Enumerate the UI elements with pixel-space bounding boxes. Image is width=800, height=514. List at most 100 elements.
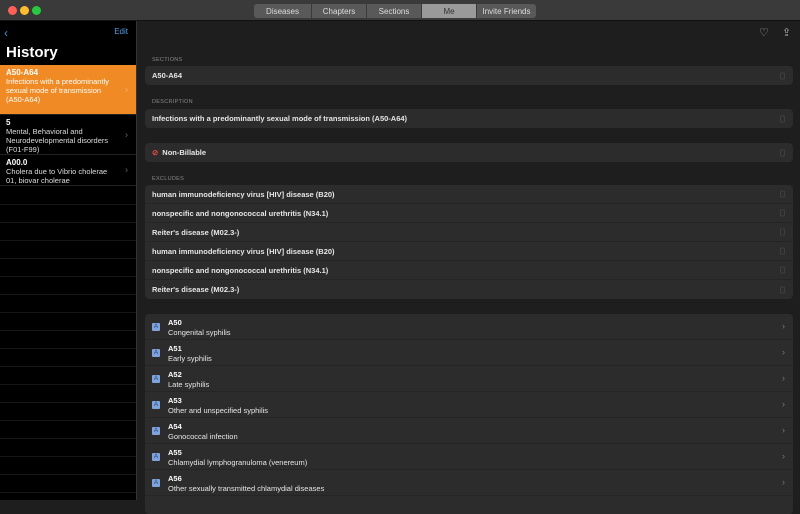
exclude-item[interactable]: nonspecific and nongonococcal urethritis… — [145, 261, 793, 280]
copy-icon[interactable] — [780, 149, 785, 156]
code-description: Chlamydial lymphogranuloma (venereum) — [168, 457, 308, 467]
code-row[interactable]: A A55 Chlamydial lymphogranuloma (venereum… — [145, 444, 793, 470]
history-title: History — [6, 44, 58, 61]
divider — [0, 294, 136, 295]
code-row[interactable]: A A54 Gonococcal infection › — [145, 418, 793, 444]
history-item[interactable]: A00.0 Cholera due to Vibrio cholerae 01,… — [0, 155, 136, 186]
excludes-list: human immunodeficiency virus [HIV] disea… — [145, 185, 793, 299]
code: A53 — [168, 396, 182, 405]
code: A50 — [168, 318, 182, 327]
code: A56 — [168, 474, 182, 483]
code-description: Early syphilis — [168, 353, 212, 363]
category-badge-icon: A — [152, 375, 160, 383]
tab-chapters[interactable]: Chapters — [312, 4, 367, 18]
code-row[interactable]: A A51 Early syphilis › — [145, 340, 793, 366]
billable-status: ⊘ Non-Billable — [145, 143, 793, 162]
favorite-heart-icon[interactable]: ♡ — [759, 26, 769, 39]
code-description: Gonococcal infection — [168, 431, 238, 441]
item-code: A00.0 — [6, 158, 28, 167]
divider — [0, 456, 136, 457]
copy-icon[interactable] — [780, 115, 785, 122]
copy-icon[interactable] — [780, 228, 785, 236]
code-row[interactable]: A A56 Other sexually transmitted chlamydia… — [145, 470, 793, 496]
chevron-right-icon: › — [125, 84, 128, 94]
tab-sections[interactable]: Sections — [367, 4, 422, 18]
history-item[interactable]: 5 Mental, Behavioral and Neurodevelopmen… — [0, 115, 136, 155]
copy-icon[interactable] — [780, 72, 785, 79]
divider — [0, 348, 136, 349]
exclude-text: nonspecific and nongonococcal urethritis… — [152, 208, 329, 218]
divider — [0, 312, 136, 313]
exclude-text: human immunodeficiency virus [HIV] disea… — [152, 246, 335, 256]
sections-label: SECTIONS — [152, 57, 183, 63]
category-badge-icon: A — [152, 427, 160, 435]
divider — [0, 204, 136, 205]
chevron-right-icon: › — [782, 477, 785, 487]
share-icon[interactable]: ⇪ — [782, 26, 791, 39]
divider — [0, 438, 136, 439]
minimize-button[interactable] — [20, 6, 29, 15]
divider — [0, 384, 136, 385]
copy-icon[interactable] — [780, 247, 785, 255]
category-badge-icon: A — [152, 323, 160, 331]
divider — [0, 402, 136, 403]
item-description: Infections with a predominantly sexual m… — [6, 77, 109, 104]
chevron-right-icon: › — [782, 399, 785, 409]
code: A55 — [168, 448, 182, 457]
copy-icon[interactable] — [780, 266, 785, 274]
close-button[interactable] — [8, 6, 17, 15]
sections-value[interactable]: A50-A64 — [145, 66, 793, 85]
divider — [0, 276, 136, 277]
exclude-item[interactable]: Reiter's disease (M02.3-) — [145, 280, 793, 299]
tab-segmented-control: Diseases Chapters Sections Me Invite Fri… — [254, 4, 536, 18]
exclude-text: nonspecific and nongonococcal urethritis… — [152, 265, 329, 275]
copy-icon[interactable] — [780, 209, 785, 217]
chevron-right-icon: › — [125, 164, 128, 175]
code-row[interactable]: A A53 Other and unspecified syphilis › — [145, 392, 793, 418]
code-row[interactable]: A A52 Late syphilis › — [145, 366, 793, 392]
code: A52 — [168, 370, 182, 379]
category-badge-icon: A — [152, 479, 160, 487]
edit-button[interactable]: Edit — [114, 27, 128, 36]
sections-card: A50-A64 — [145, 66, 793, 85]
copy-icon[interactable] — [780, 286, 785, 293]
category-badge-icon: A — [152, 349, 160, 357]
code: A51 — [168, 344, 182, 353]
divider — [0, 258, 136, 259]
prohibited-icon: ⊘ — [152, 148, 159, 157]
code-row[interactable]: A A50 Congenital syphilis › — [145, 314, 793, 340]
chevron-right-icon: › — [782, 373, 785, 383]
exclude-item[interactable]: human immunodeficiency virus [HIV] disea… — [145, 185, 793, 204]
code-description: Late syphilis — [168, 379, 210, 389]
tab-diseases[interactable]: Diseases — [254, 4, 312, 18]
category-badge-icon: A — [152, 453, 160, 461]
description-value[interactable]: Infections with a predominantly sexual m… — [145, 109, 793, 128]
zoom-button[interactable] — [32, 6, 41, 15]
code-description: Other sexually transmitted chlamydial di… — [168, 483, 325, 493]
divider — [0, 492, 136, 493]
copy-icon[interactable] — [780, 190, 785, 198]
back-chevron-icon[interactable]: ‹ — [4, 26, 8, 40]
chevron-right-icon: › — [782, 347, 785, 357]
exclude-item[interactable]: Reiter's disease (M02.3-) — [145, 223, 793, 242]
exclude-item[interactable]: human immunodeficiency virus [HIV] disea… — [145, 242, 793, 261]
category-badge-icon: A — [152, 401, 160, 409]
exclude-item[interactable]: nonspecific and nongonococcal urethritis… — [145, 204, 793, 223]
tab-invite-friends[interactable]: Invite Friends — [477, 4, 536, 18]
chevron-right-icon: › — [125, 129, 128, 139]
divider — [0, 420, 136, 421]
history-item[interactable]: A50-A64 Infections with a predominantly … — [0, 65, 136, 115]
title-bar: Diseases Chapters Sections Me Invite Fri… — [0, 0, 800, 21]
history-sidebar: ‹ Edit History A50-A64 Infections with a… — [0, 21, 137, 500]
divider — [0, 240, 136, 241]
chevron-right-icon: › — [782, 451, 785, 461]
excludes-label: EXCLUDES — [152, 176, 185, 182]
item-description: Cholera due to Vibrio cholerae 01, biova… — [6, 167, 108, 185]
tab-me[interactable]: Me — [422, 4, 477, 18]
description-label: DESCRIPTION — [152, 99, 193, 105]
chevron-right-icon: › — [782, 425, 785, 435]
code-description: Other and unspecified syphilis — [168, 405, 269, 415]
item-description: Mental, Behavioral and Neurodevelopmenta… — [6, 127, 109, 154]
code-description: Congenital syphilis — [168, 327, 231, 337]
exclude-text: human immunodeficiency virus [HIV] disea… — [152, 189, 335, 199]
